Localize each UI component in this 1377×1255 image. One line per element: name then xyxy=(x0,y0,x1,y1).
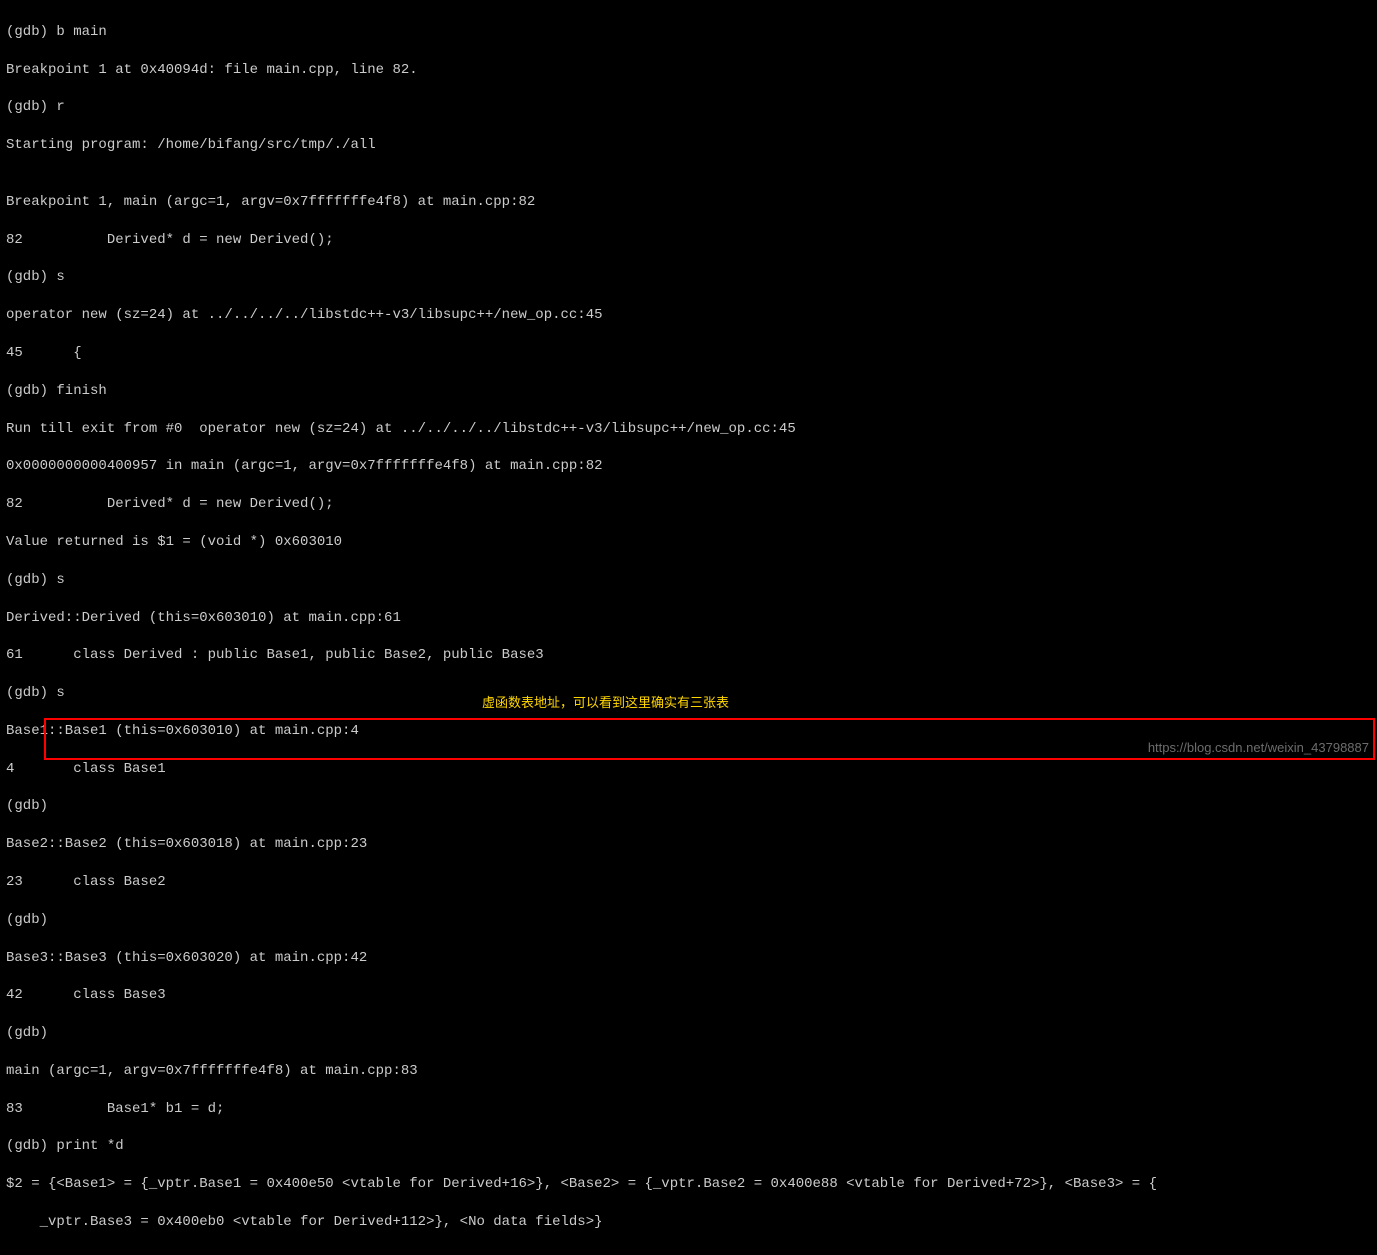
terminal-line: (gdb) xyxy=(6,1024,1371,1043)
terminal-line: 82 Derived* d = new Derived(); xyxy=(6,231,1371,250)
terminal-line: 23 class Base2 xyxy=(6,873,1371,892)
terminal-line: (gdb) b main xyxy=(6,23,1371,42)
watermark-text: https://blog.csdn.net/weixin_43798887 xyxy=(1148,739,1369,757)
terminal-line: Base3::Base3 (this=0x603020) at main.cpp… xyxy=(6,949,1371,968)
terminal-line: (gdb) finish xyxy=(6,382,1371,401)
terminal-line: (gdb) xyxy=(6,797,1371,816)
terminal-line: 0x0000000000400957 in main (argc=1, argv… xyxy=(6,457,1371,476)
terminal-output: (gdb) b main Breakpoint 1 at 0x40094d: f… xyxy=(0,0,1377,1255)
terminal-line: Base1::Base1 (this=0x603010) at main.cpp… xyxy=(6,722,1371,741)
terminal-line: (gdb) s xyxy=(6,268,1371,287)
terminal-line: operator new (sz=24) at ../../../../libs… xyxy=(6,306,1371,325)
terminal-line: main (argc=1, argv=0x7fffffffe4f8) at ma… xyxy=(6,1062,1371,1081)
terminal-line: (gdb) s xyxy=(6,571,1371,590)
terminal-line: (gdb) r xyxy=(6,98,1371,117)
terminal-line: 61 class Derived : public Base1, public … xyxy=(6,646,1371,665)
terminal-line: $2 = {<Base1> = {_vptr.Base1 = 0x400e50 … xyxy=(6,1175,1371,1194)
terminal-line: (gdb) xyxy=(6,911,1371,930)
terminal-line: Run till exit from #0 operator new (sz=2… xyxy=(6,420,1371,439)
terminal-line: Value returned is $1 = (void *) 0x603010 xyxy=(6,533,1371,552)
terminal-line: _vptr.Base3 = 0x400eb0 <vtable for Deriv… xyxy=(6,1213,1371,1232)
terminal-line: Starting program: /home/bifang/src/tmp/.… xyxy=(6,136,1371,155)
terminal-line: Derived::Derived (this=0x603010) at main… xyxy=(6,609,1371,628)
terminal-line: 82 Derived* d = new Derived(); xyxy=(6,495,1371,514)
terminal-line: Base2::Base2 (this=0x603018) at main.cpp… xyxy=(6,835,1371,854)
terminal-line: 4 class Base1 xyxy=(6,760,1371,779)
terminal-line: 45 { xyxy=(6,344,1371,363)
terminal-line: Breakpoint 1, main (argc=1, argv=0x7ffff… xyxy=(6,193,1371,212)
terminal-line: 42 class Base3 xyxy=(6,986,1371,1005)
terminal-line: 83 Base1* b1 = d; xyxy=(6,1100,1371,1119)
annotation-label: 虚函数表地址，可以看到这里确实有三张表 xyxy=(482,694,729,712)
terminal-line: Breakpoint 1 at 0x40094d: file main.cpp,… xyxy=(6,61,1371,80)
terminal-line: (gdb) print *d xyxy=(6,1137,1371,1156)
